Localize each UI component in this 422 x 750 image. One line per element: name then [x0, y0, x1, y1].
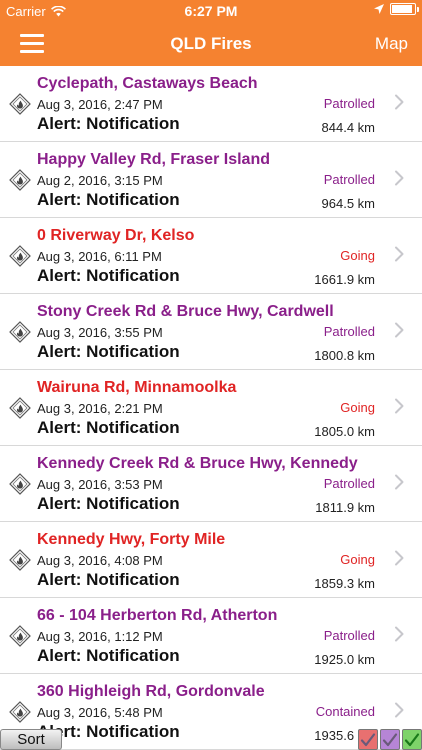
- checkmark-icon: [360, 732, 376, 746]
- incident-name: Cyclepath, Castaways Beach: [37, 75, 258, 92]
- incident-distance: 1661.9 km: [314, 272, 375, 287]
- location-arrow-icon: [374, 4, 384, 14]
- fire-warning-icon: [9, 321, 31, 343]
- incident-status: Patrolled: [323, 172, 375, 187]
- incident-date: Aug 3, 2016, 4:08 PM: [37, 553, 163, 568]
- incident-alert: Alert: Notification: [37, 570, 180, 589]
- chevron-right-icon: [394, 322, 404, 338]
- status-filter-group: [358, 729, 422, 750]
- incident-alert: Alert: Notification: [37, 342, 180, 361]
- incident-distance: 1805.0 km: [314, 424, 375, 439]
- incident-status: Going: [340, 400, 375, 415]
- incident-status: Going: [340, 552, 375, 567]
- incident-row[interactable]: Kennedy Hwy, Forty Mile Aug 3, 2016, 4:08…: [0, 522, 422, 598]
- incident-distance: 1800.8 km: [314, 348, 375, 363]
- fire-warning-icon: [9, 169, 31, 191]
- fire-warning-icon: [9, 549, 31, 571]
- incident-alert: Alert: Notification: [37, 494, 180, 513]
- incident-date: Aug 3, 2016, 1:12 PM: [37, 629, 163, 644]
- status-bar: Carrier 6:27 PM: [0, 0, 422, 22]
- incident-name: 0 Riverway Dr, Kelso: [37, 227, 195, 244]
- incident-name: Stony Creek Rd & Bruce Hwy, Cardwell: [37, 303, 334, 320]
- fire-warning-icon: [9, 701, 31, 723]
- battery-fill: [392, 5, 412, 13]
- page-title: QLD Fires: [170, 34, 252, 53]
- filter-purple-toggle[interactable]: [380, 729, 400, 750]
- incident-distance: 844.4 km: [321, 120, 375, 135]
- chevron-right-icon: [394, 246, 404, 262]
- incident-date: Aug 3, 2016, 3:53 PM: [37, 477, 163, 492]
- incident-status: Going: [340, 248, 375, 263]
- chevron-right-icon: [394, 626, 404, 642]
- incident-status: Patrolled: [323, 476, 375, 491]
- chevron-right-icon: [394, 702, 404, 718]
- incident-row[interactable]: Cyclepath, Castaways Beach Aug 3, 2016, 2…: [0, 66, 422, 142]
- incident-date: Aug 3, 2016, 3:55 PM: [37, 325, 163, 340]
- incident-name: 360 Highleigh Rd, Gordonvale: [37, 683, 265, 700]
- incident-name: Kennedy Hwy, Forty Mile: [37, 531, 226, 548]
- filter-green-toggle[interactable]: [402, 729, 422, 750]
- nav-bar: QLD Fires Map: [0, 22, 422, 66]
- incident-date: Aug 3, 2016, 2:47 PM: [37, 97, 163, 112]
- checkmark-icon: [382, 732, 398, 746]
- incident-row[interactable]: 66 - 104 Herberton Rd, Atherton Aug 3, 20…: [0, 598, 422, 674]
- incident-name: Happy Valley Rd, Fraser Island: [37, 151, 270, 168]
- chevron-right-icon: [394, 94, 404, 110]
- incident-status: Patrolled: [323, 628, 375, 643]
- incident-distance: 1925.0 km: [314, 652, 375, 667]
- chevron-right-icon: [394, 474, 404, 490]
- incident-row[interactable]: Kennedy Creek Rd & Bruce Hwy, Kennedy Aug…: [0, 446, 422, 522]
- fire-warning-icon: [9, 245, 31, 267]
- chevron-right-icon: [394, 550, 404, 566]
- fire-warning-icon: [9, 397, 31, 419]
- incident-alert: Alert: Notification: [37, 114, 180, 133]
- chevron-right-icon: [394, 170, 404, 186]
- incident-status: Patrolled: [323, 324, 375, 339]
- incident-distance: 1811.9 km: [315, 500, 375, 515]
- incident-row[interactable]: Stony Creek Rd & Bruce Hwy, Cardwell Aug …: [0, 294, 422, 370]
- status-right: [374, 3, 419, 15]
- fire-warning-icon: [9, 473, 31, 495]
- incident-date: Aug 3, 2016, 2:21 PM: [37, 401, 163, 416]
- fire-warning-icon: [9, 625, 31, 647]
- incident-list[interactable]: Cyclepath, Castaways Beach Aug 3, 2016, 2…: [0, 66, 422, 750]
- incident-name: 66 - 104 Herberton Rd, Atherton: [37, 607, 278, 624]
- checkmark-icon: [404, 732, 420, 746]
- fire-warning-icon: [9, 93, 31, 115]
- sort-button[interactable]: Sort: [0, 729, 62, 750]
- battery-icon: [390, 3, 419, 15]
- incident-row[interactable]: Happy Valley Rd, Fraser Island Aug 2, 201…: [0, 142, 422, 218]
- incident-alert: Alert: Notification: [37, 190, 180, 209]
- incident-name: Wairuna Rd, Minnamoolka: [37, 379, 237, 396]
- incident-distance: 964.5 km: [321, 196, 375, 211]
- chevron-right-icon: [394, 398, 404, 414]
- incident-alert: Alert: Notification: [37, 646, 180, 665]
- filter-red-toggle[interactable]: [358, 729, 378, 750]
- incident-name: Kennedy Creek Rd & Bruce Hwy, Kennedy: [37, 455, 358, 472]
- incident-date: Aug 3, 2016, 5:48 PM: [37, 705, 163, 720]
- map-button[interactable]: Map: [375, 34, 408, 54]
- incident-row[interactable]: Wairuna Rd, Minnamoolka Aug 3, 2016, 2:21…: [0, 370, 422, 446]
- incident-alert: Alert: Notification: [37, 266, 180, 285]
- incident-row[interactable]: 0 Riverway Dr, Kelso Aug 3, 2016, 6:11 PM…: [0, 218, 422, 294]
- incident-date: Aug 3, 2016, 6:11 PM: [37, 249, 162, 264]
- incident-date: Aug 2, 2016, 3:15 PM: [37, 173, 163, 188]
- incident-alert: Alert: Notification: [37, 418, 180, 437]
- incident-distance: 1859.3 km: [314, 576, 375, 591]
- status-time: 6:27 PM: [184, 3, 238, 19]
- incident-status: Contained: [315, 704, 375, 719]
- incident-status: Patrolled: [323, 96, 375, 111]
